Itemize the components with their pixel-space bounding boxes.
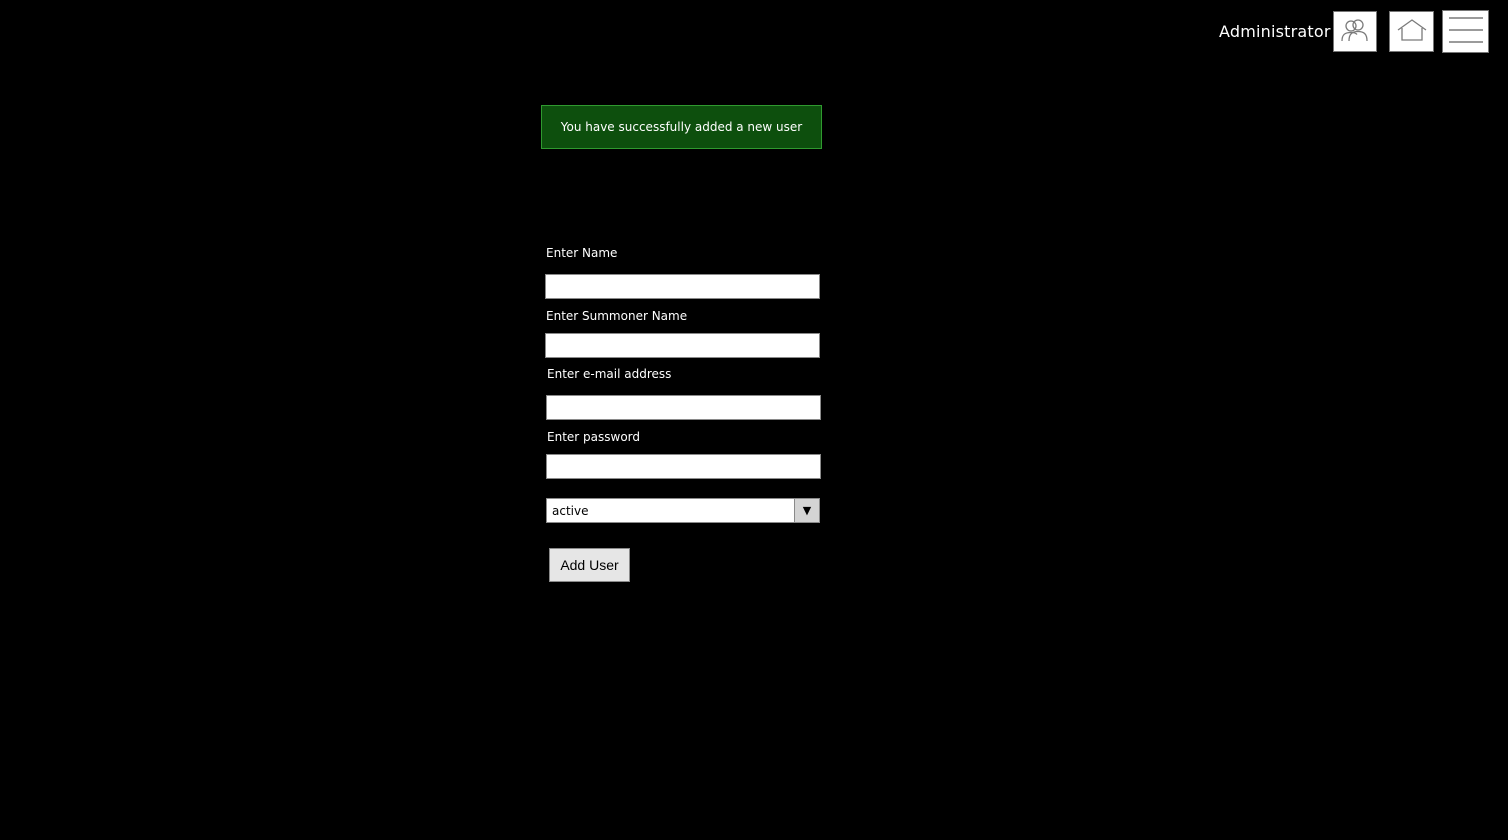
summoner-name-input[interactable] <box>545 333 820 358</box>
name-label: Enter Name <box>546 246 618 260</box>
summoner-name-label: Enter Summoner Name <box>546 309 688 323</box>
menu-button[interactable] <box>1442 10 1489 53</box>
name-input[interactable] <box>545 274 820 299</box>
users-icon <box>1340 17 1370 47</box>
success-alert: You have successfully added a new user <box>541 105 822 149</box>
home-icon <box>1396 18 1428 46</box>
status-select[interactable]: active ▼ <box>546 498 820 523</box>
home-button[interactable] <box>1389 11 1434 52</box>
email-input[interactable] <box>546 395 821 420</box>
password-label: Enter password <box>547 430 640 444</box>
hamburger-menu-icon <box>1448 14 1484 50</box>
add-user-page: Administrator You have successfully adde… <box>0 0 1508 840</box>
success-alert-message: You have successfully added a new user <box>560 120 803 134</box>
add-user-button[interactable]: Add User <box>549 548 630 582</box>
chevron-down-icon[interactable]: ▼ <box>794 499 819 522</box>
email-label: Enter e-mail address <box>547 367 672 381</box>
password-input[interactable] <box>546 454 821 479</box>
users-button[interactable] <box>1333 11 1377 52</box>
user-role-label: Administrator <box>1219 22 1331 41</box>
status-select-value: active <box>552 503 589 518</box>
